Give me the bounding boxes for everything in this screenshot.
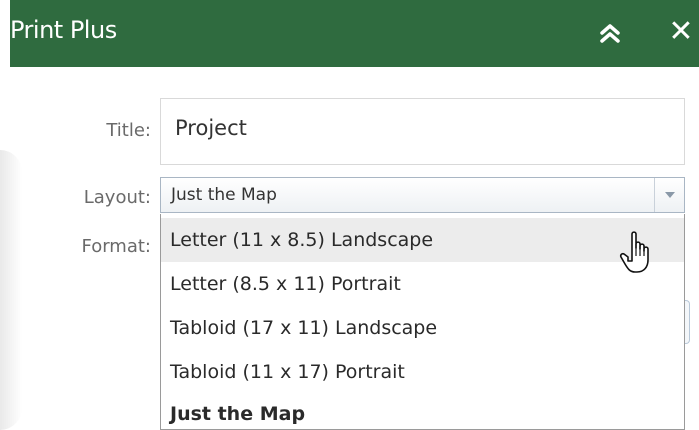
layout-label: Layout:: [83, 187, 151, 208]
layout-option[interactable]: Letter (11 x 8.5) Landscape: [161, 218, 684, 262]
panel-title: Print Plus: [10, 16, 117, 44]
close-button[interactable]: ✕: [666, 14, 696, 50]
print-plus-panel: Print Plus ✕ Title: Project Layout: Just…: [0, 0, 699, 430]
double-chevron-up-icon: [600, 24, 620, 43]
panel-shadow: [0, 150, 22, 430]
chevron-down-icon[interactable]: [654, 178, 684, 212]
title-label: Title:: [106, 120, 151, 141]
close-icon: ✕: [668, 14, 694, 49]
hand-pointer-icon: [618, 230, 658, 276]
title-input[interactable]: Project: [160, 98, 685, 165]
layout-select[interactable]: Just the Map: [160, 177, 685, 213]
layout-dropdown-list: Letter (11 x 8.5) Landscape Letter (8.5 …: [160, 214, 685, 430]
layout-option-selected[interactable]: Just the Map: [161, 392, 684, 430]
collapse-button[interactable]: [596, 20, 624, 48]
layout-option[interactable]: Tabloid (17 x 11) Landscape: [161, 306, 684, 350]
layout-option[interactable]: Tabloid (11 x 17) Portrait: [161, 350, 684, 394]
panel-header: Print Plus ✕: [10, 0, 699, 67]
format-label: Format:: [81, 236, 152, 257]
layout-select-value: Just the Map: [171, 185, 277, 205]
layout-option[interactable]: Letter (8.5 x 11) Portrait: [161, 262, 684, 306]
